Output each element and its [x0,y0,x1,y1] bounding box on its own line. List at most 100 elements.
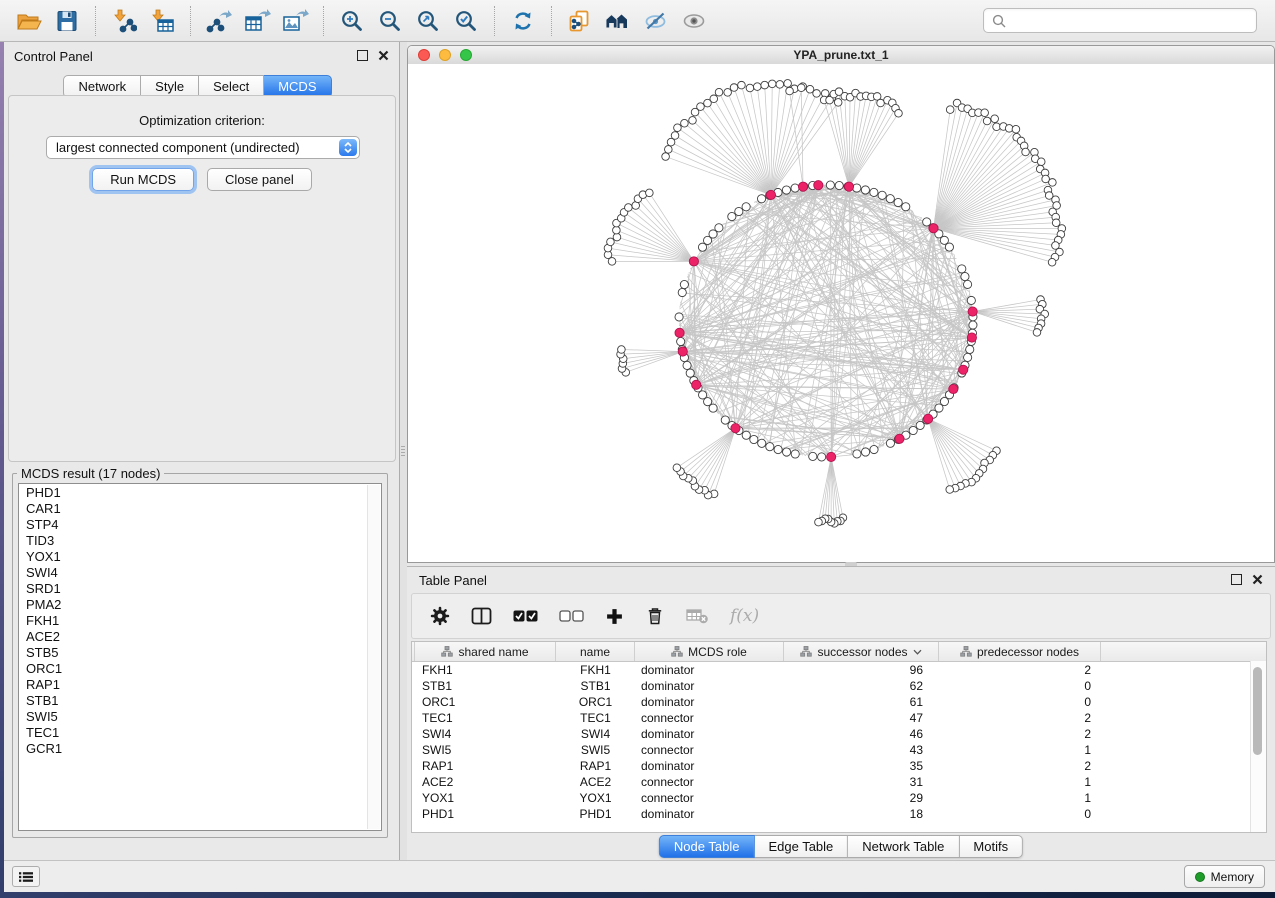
mcds-hub-node[interactable] [814,181,823,190]
mcds-hub-node[interactable] [924,414,933,423]
network-node[interactable] [742,431,750,439]
select-all-button[interactable] [513,610,538,622]
close-panel-button[interactable]: Close panel [207,168,312,191]
network-node[interactable] [758,439,766,447]
table-row[interactable]: TEC1TEC1connector472 [412,710,1266,726]
network-node[interactable] [680,280,688,288]
mcds-hub-node[interactable] [968,307,977,316]
table-row[interactable]: FKH1FKH1dominator962 [412,662,1266,678]
network-node[interactable] [618,346,626,354]
network-node[interactable] [916,421,924,429]
network-node[interactable] [902,203,910,211]
network-node[interactable] [607,238,615,246]
network-node[interactable] [946,486,954,494]
zoom-selected-button[interactable] [447,3,485,39]
zoom-fit-button[interactable] [409,3,447,39]
network-node[interactable] [945,243,953,251]
criterion-dropdown[interactable]: largest connected component (undirected) [46,136,360,159]
network-node[interactable] [753,83,761,91]
network-node[interactable] [909,426,917,434]
mcds-result-item[interactable]: PMA2 [19,597,381,613]
mcds-result-item[interactable]: PHD1 [19,485,381,501]
close-panel-icon[interactable] [378,50,389,61]
network-node[interactable] [991,115,999,123]
network-node[interactable] [963,280,971,288]
network-node[interactable] [1048,258,1056,266]
deselect-all-button[interactable] [559,610,584,622]
network-node[interactable] [678,288,686,296]
import-network-button[interactable] [105,3,143,39]
network-node[interactable] [728,212,736,220]
table-row[interactable]: SWI4SWI4dominator462 [412,726,1266,742]
network-node[interactable] [784,80,792,88]
network-node[interactable] [674,124,682,132]
network-node[interactable] [675,313,683,321]
network-node[interactable] [761,81,769,89]
network-canvas[interactable] [408,64,1274,562]
mcds-result-item[interactable]: ORC1 [19,661,381,677]
network-node[interactable] [981,109,989,117]
hide-selected-button[interactable] [637,3,675,39]
network-node[interactable] [966,345,974,353]
network-node[interactable] [964,353,972,361]
network-node[interactable] [735,207,743,215]
mcds-result-item[interactable]: RAP1 [19,677,381,693]
mcds-hub-node[interactable] [967,333,976,342]
mcds-hub-node[interactable] [959,365,968,374]
mcds-hub-node[interactable] [895,434,904,443]
column-header-name[interactable]: name [556,642,635,661]
mcds-hub-node[interactable] [798,182,807,191]
network-node[interactable] [861,448,869,456]
show-all-button[interactable] [675,3,713,39]
network-node[interactable] [853,184,861,192]
table-row[interactable]: PHD1PHD1dominator180 [412,806,1266,822]
network-node[interactable] [870,445,878,453]
network-node[interactable] [613,233,621,241]
delete-column-button[interactable] [645,606,665,626]
mcds-hub-node[interactable] [675,328,684,337]
run-mcds-button[interactable]: Run MCDS [92,168,194,191]
network-node[interactable] [689,117,697,125]
network-node[interactable] [1012,125,1020,133]
network-node[interactable] [1037,158,1045,166]
network-node[interactable] [613,226,621,234]
network-node[interactable] [895,109,903,117]
network-node[interactable] [782,186,790,194]
network-node[interactable] [697,103,705,111]
search-input[interactable] [1012,12,1248,29]
network-node[interactable] [791,184,799,192]
network-node[interactable] [1049,179,1057,187]
network-node[interactable] [826,181,834,189]
column-visibility-button[interactable] [471,607,492,625]
mcds-result-item[interactable]: TEC1 [19,725,381,741]
mcds-hub-node[interactable] [929,224,938,233]
tab-node-table[interactable]: Node Table [659,835,755,858]
table-row[interactable]: RAP1RAP1dominator352 [412,758,1266,774]
network-node[interactable] [958,265,966,273]
network-node[interactable] [813,90,821,98]
close-panel-icon[interactable] [1252,574,1263,585]
network-node[interactable] [961,272,969,280]
network-node[interactable] [886,195,894,203]
network-node[interactable] [1033,329,1041,337]
network-node[interactable] [757,195,765,203]
network-node[interactable] [724,89,732,97]
network-node[interactable] [870,188,878,196]
network-node[interactable] [791,450,799,458]
network-node[interactable] [834,99,842,107]
mcds-hub-node[interactable] [678,347,687,356]
mcds-result-item[interactable]: FKH1 [19,613,381,629]
create-column-button[interactable] [605,607,624,626]
network-node[interactable] [730,84,738,92]
network-node[interactable] [665,146,673,154]
table-row[interactable]: ACE2ACE2connector311 [412,774,1266,790]
export-image-button[interactable] [276,3,314,39]
network-node[interactable] [715,88,723,96]
network-node[interactable] [835,181,843,189]
mcds-result-item[interactable]: SRD1 [19,581,381,597]
network-node[interactable] [983,117,991,125]
open-file-button[interactable] [10,3,48,39]
network-node[interactable] [797,84,805,92]
network-node[interactable] [1052,219,1060,227]
mcds-hub-node[interactable] [949,384,958,393]
